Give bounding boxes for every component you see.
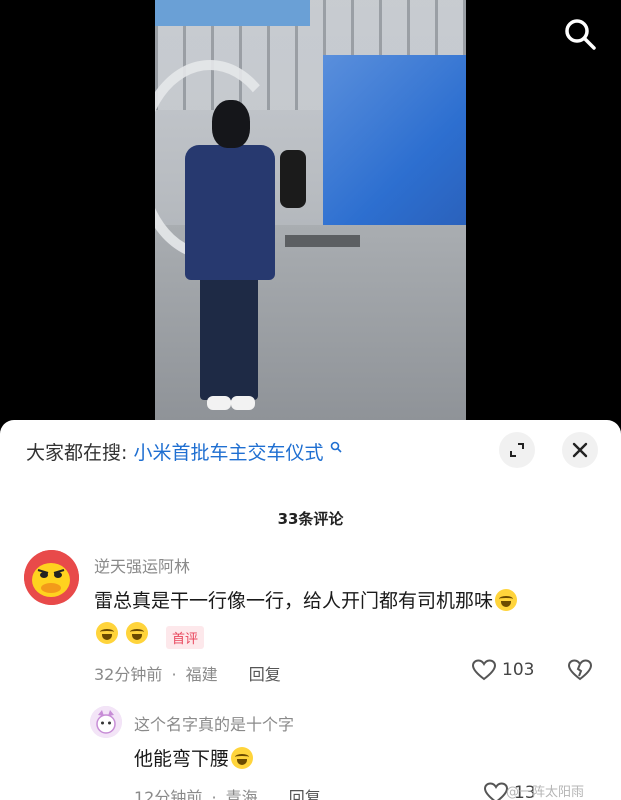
person-head [212, 100, 250, 148]
comment-username[interactable]: 逆天强运阿林 [94, 553, 190, 577]
like-button[interactable]: 103 [472, 659, 534, 681]
close-icon [572, 442, 588, 458]
comment-meta: 32分钟前 · 福建 回复 [94, 661, 281, 685]
broken-heart-icon [568, 659, 592, 681]
person-legs [200, 275, 258, 400]
expand-icon [510, 443, 524, 457]
emoji-row [94, 622, 148, 644]
expand-button[interactable] [499, 432, 535, 468]
search-small-icon [330, 441, 342, 453]
reply-time: 12分钟前 [134, 788, 203, 800]
comment-time: 32分钟前 [94, 665, 163, 684]
reply-username[interactable]: 这个名字真的是十个字 [134, 711, 294, 735]
reply-text-body: 他能弯下腰 [134, 748, 230, 770]
crying-laughing-emoji-icon [495, 589, 518, 611]
right-shoe [231, 396, 255, 410]
crying-laughing-emoji-icon [231, 747, 254, 769]
avatar[interactable] [90, 706, 122, 738]
duck-avatar-icon [24, 550, 79, 605]
trending-search[interactable]: 大家都在搜: 小米首批车主交车仪式 [26, 438, 342, 465]
meta-dot: · [171, 665, 177, 684]
meta-dot: · [211, 788, 217, 800]
crying-laughing-emoji-icon [126, 622, 148, 644]
search-button[interactable] [560, 14, 600, 54]
left-shoe [207, 396, 231, 410]
reply-meta: 12分钟前 · 青海 回复 [134, 784, 321, 800]
trending-query[interactable]: 小米首批车主交车仪式 [133, 442, 323, 464]
sky-band [155, 0, 310, 26]
comment-count: 33条评论 [277, 510, 344, 528]
comment-text: 雷总真是干一行像一行，给人开门都有司机那味 [94, 586, 518, 613]
person-jacket [185, 145, 275, 280]
cartoon-avatar-icon [90, 706, 122, 738]
comment-text-body: 雷总真是干一行像一行，给人开门都有司机那味 [94, 590, 494, 612]
comment-sheet: 大家都在搜: 小米首批车主交车仪式 33条评论 逆天强运阿林 雷总真是干一行像一… [0, 420, 621, 800]
reply-location: 青海 [225, 788, 258, 800]
crying-laughing-emoji-icon [96, 622, 118, 644]
close-button[interactable] [562, 432, 598, 468]
watermark: @一阵太阳雨 [506, 785, 585, 800]
heart-icon [472, 659, 496, 681]
first-comment-badge: 首评 [166, 626, 205, 649]
blue-wall [323, 55, 466, 245]
avatar[interactable] [24, 550, 79, 605]
heart-icon [484, 782, 508, 800]
video-player[interactable] [0, 0, 621, 420]
search-icon [565, 19, 596, 50]
reply-button[interactable]: 回复 [249, 665, 281, 684]
reply-button[interactable]: 回复 [289, 788, 321, 800]
like-count: 103 [502, 660, 535, 680]
floor-grate [285, 235, 360, 247]
dislike-button[interactable] [568, 659, 592, 681]
worker-figure [280, 150, 306, 208]
trending-prefix: 大家都在搜: [26, 442, 128, 464]
comment-location: 福建 [185, 665, 218, 684]
reply-text: 他能弯下腰 [134, 744, 254, 771]
video-frame [155, 0, 466, 420]
